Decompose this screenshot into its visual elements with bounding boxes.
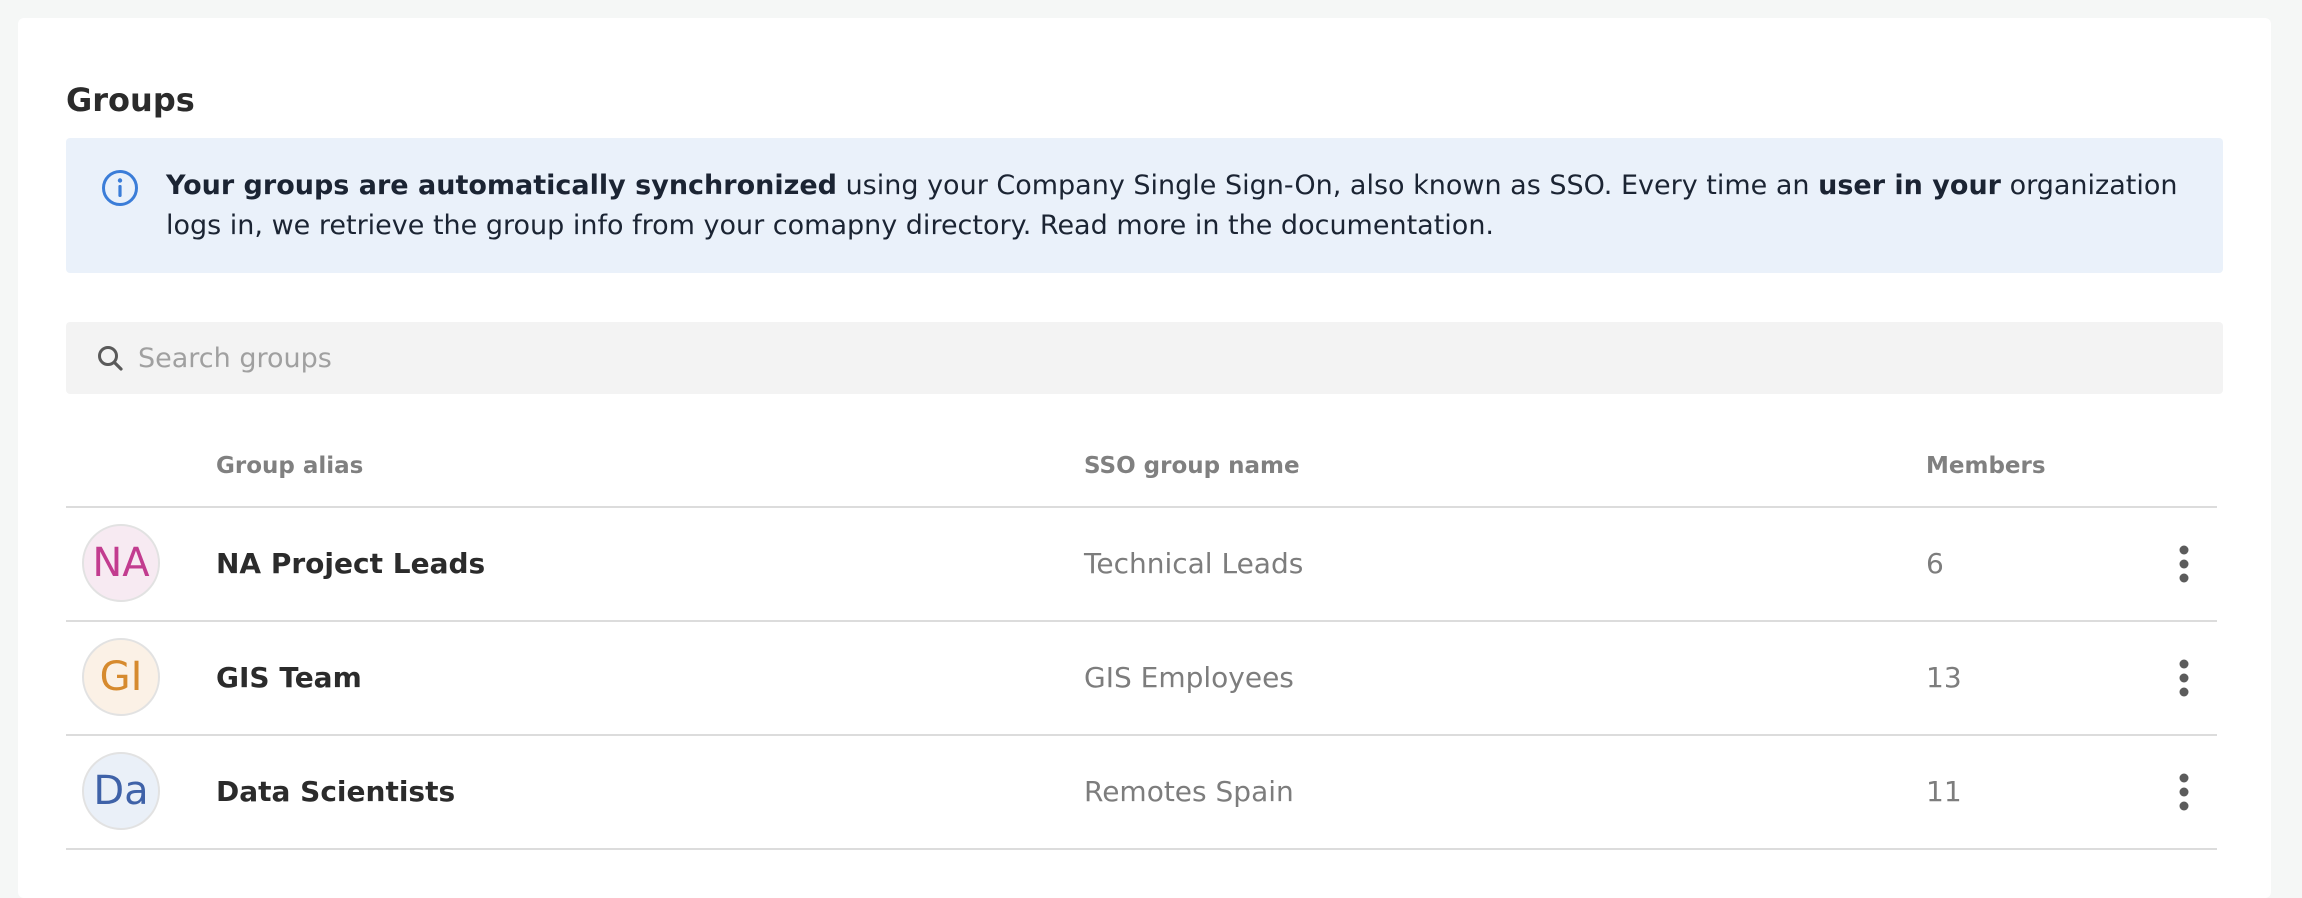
more-options-icon[interactable] [2172, 656, 2196, 700]
table-row[interactable]: Da Data Scientists Remotes Spain 11 [66, 736, 2217, 848]
info-banner: Your groups are automatically synchroniz… [66, 138, 2223, 273]
avatar: GI [82, 638, 160, 716]
sso-group-name: GIS Employees [1084, 661, 1294, 694]
avatar: Da [82, 752, 160, 830]
group-alias: GIS Team [216, 661, 362, 694]
table-row[interactable]: GI GIS Team GIS Employees 13 [66, 622, 2217, 734]
info-bold-user: user in your [1818, 170, 2001, 201]
member-count: 6 [1926, 547, 1944, 580]
sso-group-name: Technical Leads [1084, 547, 1304, 580]
groups-card: Groups Your groups are automatically syn… [18, 18, 2271, 898]
row-divider [66, 848, 2217, 850]
member-count: 11 [1926, 775, 1962, 808]
sso-group-name: Remotes Spain [1084, 775, 1294, 808]
avatar: NA [82, 524, 160, 602]
more-options-icon[interactable] [2172, 542, 2196, 586]
info-text-part1: using your Company Single Sign-On, also … [836, 170, 1819, 201]
search-input[interactable] [138, 322, 2198, 394]
more-options-icon[interactable] [2172, 770, 2196, 814]
table-row[interactable]: NA NA Project Leads Technical Leads 6 [66, 508, 2217, 620]
column-header-sso-group-name: SSO group name [1084, 453, 1300, 479]
column-header-group-alias: Group alias [216, 453, 364, 479]
info-message: Your groups are automatically synchroniz… [166, 166, 2196, 246]
group-alias: Data Scientists [216, 775, 456, 808]
group-alias: NA Project Leads [216, 547, 486, 580]
member-count: 13 [1926, 661, 1962, 694]
column-header-members: Members [1926, 453, 2046, 479]
page-title: Groups [66, 81, 195, 119]
info-bold-sync: Your groups are automatically synchroniz… [166, 170, 837, 201]
search-icon [98, 346, 123, 371]
search-bar[interactable] [66, 322, 2223, 394]
info-icon [102, 170, 138, 206]
